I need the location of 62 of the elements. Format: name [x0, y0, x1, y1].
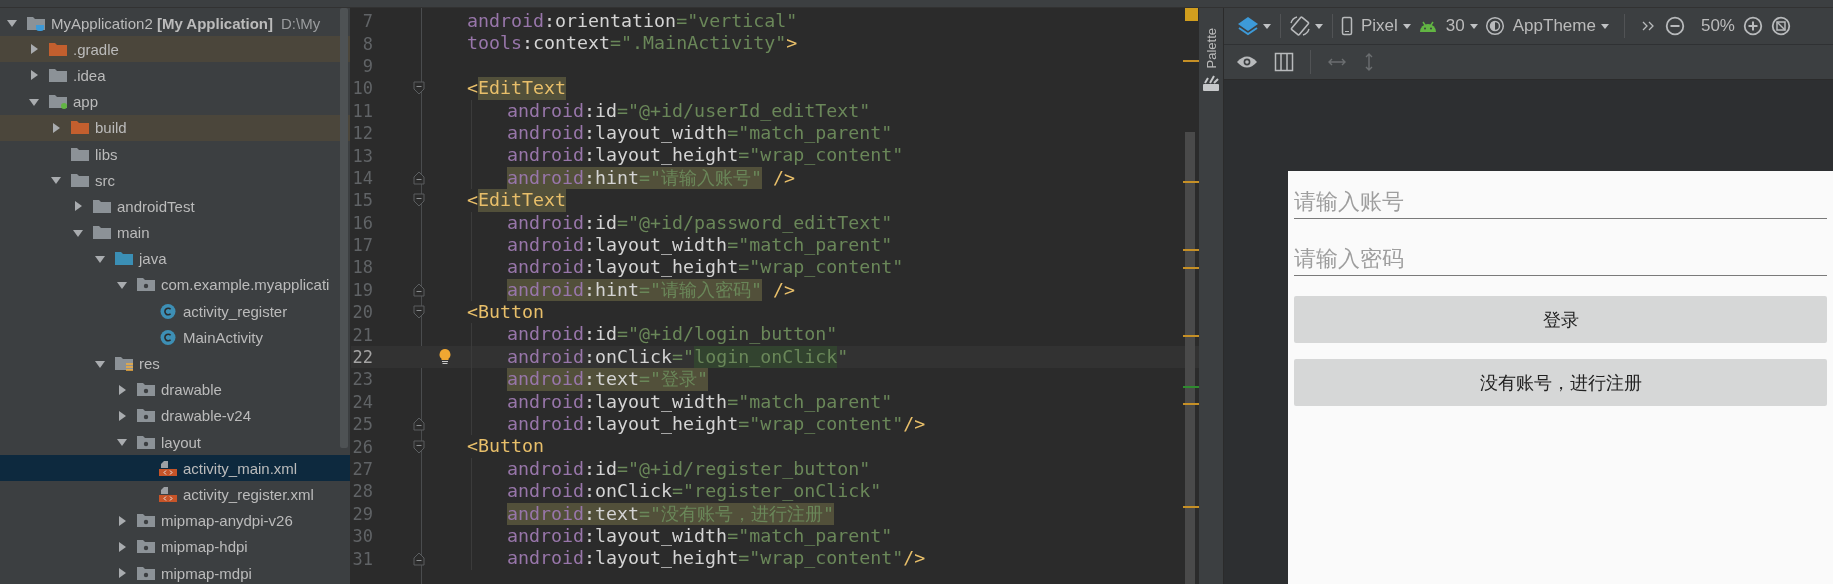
- line-number: 7: [361, 11, 373, 32]
- line-number: 19: [351, 279, 373, 300]
- code-line: <EditText: [467, 189, 567, 212]
- tree-item[interactable]: res: [0, 350, 350, 377]
- theme-dropdown[interactable]: AppTheme: [1484, 16, 1610, 36]
- tree-item[interactable]: drawable: [0, 376, 350, 403]
- line-number: 27: [351, 459, 373, 479]
- tree-item[interactable]: androidTest: [0, 193, 350, 220]
- device-dropdown[interactable]: Pixel: [1341, 16, 1412, 36]
- line-number: 13: [351, 145, 373, 166]
- line-number: 15: [351, 190, 373, 211]
- tree-item[interactable]: MyApplication2 [My Application] D:\My: [0, 10, 350, 37]
- tree-item[interactable]: src: [0, 167, 350, 194]
- line-number: 31: [351, 548, 373, 569]
- line-number: 17: [351, 235, 373, 256]
- line-number: 20: [351, 302, 373, 323]
- line-number: 24: [351, 391, 373, 412]
- line-number: 21: [351, 324, 373, 345]
- line-number: 25: [351, 414, 373, 435]
- line-number: 10: [351, 78, 373, 99]
- line-number: 14: [351, 167, 373, 188]
- tree-item[interactable]: activity_register.xml: [0, 481, 350, 508]
- tree-item[interactable]: .gradle: [0, 36, 350, 63]
- tree-item[interactable]: mipmap-hdpi: [0, 533, 350, 560]
- text-field[interactable]: 请输入账号: [1294, 185, 1827, 219]
- line-number: 9: [361, 55, 373, 76]
- tree-item[interactable]: activity_register: [0, 298, 350, 325]
- tree-item[interactable]: build: [0, 114, 350, 141]
- line-number: 26: [351, 436, 373, 457]
- tree-item[interactable]: drawable-v24: [0, 402, 350, 429]
- line-number: 8: [361, 33, 373, 54]
- code-line: <Button: [467, 301, 545, 324]
- code-line: <Button: [467, 435, 545, 458]
- code-line: <EditText: [467, 77, 567, 100]
- tree-item[interactable]: libs: [0, 140, 350, 168]
- preview-button[interactable]: 登录: [1294, 296, 1827, 343]
- tree-item[interactable]: activity_main.xml: [0, 455, 350, 482]
- line-number: 30: [351, 526, 373, 547]
- line-number: 18: [351, 257, 373, 278]
- api-level-dropdown[interactable]: 30: [1417, 16, 1479, 36]
- tree-item[interactable]: com.example.myapplicati: [0, 271, 350, 299]
- tree-item[interactable]: layout: [0, 429, 350, 456]
- tree-item[interactable]: mipmap-anydpi-v26: [0, 507, 350, 534]
- tree-item[interactable]: MainActivity: [0, 324, 350, 351]
- line-number: 11: [351, 100, 373, 121]
- code-line: android:orientation="vertical": [467, 10, 798, 33]
- code-line: tools:context=".MainActivity">: [467, 32, 798, 55]
- line-number: 23: [351, 369, 373, 390]
- tree-item[interactable]: app: [0, 88, 350, 115]
- tree-item[interactable]: .idea: [0, 62, 350, 89]
- text-field[interactable]: 请输入密码: [1294, 242, 1827, 276]
- line-number: 12: [351, 123, 373, 144]
- tree-item[interactable]: main: [0, 219, 350, 246]
- line-number: 29: [351, 503, 373, 524]
- tree-item[interactable]: java: [0, 245, 350, 272]
- zoom-level: 50%: [1700, 16, 1735, 36]
- line-number: 28: [351, 481, 373, 502]
- line-number: 22: [351, 347, 373, 368]
- tree-item[interactable]: mipmap-mdpi: [0, 559, 350, 584]
- line-number: 16: [351, 212, 373, 233]
- palette-tab[interactable]: Palette: [1203, 28, 1219, 69]
- preview-button[interactable]: 没有账号，进行注册: [1294, 359, 1827, 406]
